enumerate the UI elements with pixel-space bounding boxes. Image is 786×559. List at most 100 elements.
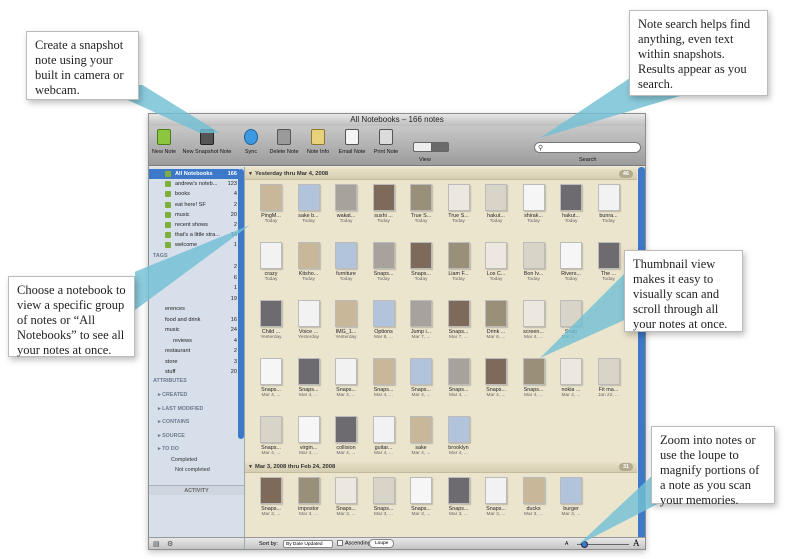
note-thumbnail[interactable]: hakut... Today bbox=[553, 184, 589, 230]
attributes-header[interactable]: ATTRIBUTES bbox=[153, 378, 187, 384]
note-thumbnail[interactable]: furniture Today bbox=[328, 242, 364, 288]
note-info-button[interactable]: Note Info bbox=[305, 129, 331, 163]
note-thumbnail[interactable]: True S... Today bbox=[403, 184, 439, 230]
note-thumbnail[interactable]: Rivers... Today bbox=[553, 242, 589, 288]
note-thumbnail[interactable]: collision Mar 4, ... bbox=[328, 416, 364, 462]
sidebar-todo-item[interactable]: Not completed bbox=[175, 467, 210, 473]
note-thumbnail[interactable]: wakat... Today bbox=[328, 184, 364, 230]
note-thumbnail[interactable]: shirak... Today bbox=[516, 184, 552, 230]
note-thumbnail[interactable]: Voice ... Yesterday bbox=[291, 300, 327, 346]
note-thumbnail[interactable]: Snaps... Mar 4, ... bbox=[478, 358, 514, 404]
note-thumbnail[interactable]: Snaps... Mar 4, ... bbox=[366, 358, 402, 404]
note-thumbnail[interactable]: PingM... Today bbox=[253, 184, 289, 230]
note-thumbnail[interactable]: crazy Today bbox=[253, 242, 289, 288]
note-thumbnail[interactable]: Snaps... Mar 4, ... bbox=[291, 358, 327, 404]
sidebar-tag-item[interactable]: reviews 4 bbox=[149, 337, 239, 346]
note-thumbnail[interactable]: brooklyn Mar 4, ... bbox=[441, 416, 477, 462]
note-thumbnail[interactable]: screen... Mar 4, ... bbox=[516, 300, 552, 346]
note-thumbnail[interactable]: virgin... Mar 4, ... bbox=[291, 416, 327, 462]
note-thumbnail[interactable]: Snaps... Mar 7, ... bbox=[441, 300, 477, 346]
note-thumbnail[interactable]: Snaps... Mar 4, ... bbox=[516, 358, 552, 404]
note-thumbnail[interactable]: Snaps... Mar 4, ... bbox=[253, 358, 289, 404]
disclosure-triangle-icon[interactable]: ▼ bbox=[248, 462, 253, 473]
tags-header[interactable]: TAGS bbox=[153, 253, 168, 259]
view-toggle[interactable] bbox=[413, 142, 449, 152]
note-thumbnail[interactable]: burger Mar 3, ... bbox=[553, 477, 589, 523]
note-thumbnail[interactable]: Snaps... Today bbox=[403, 242, 439, 288]
note-thumbnail[interactable]: hakut... Today bbox=[478, 184, 514, 230]
sidebar-notebook-item[interactable]: andrew's noteb... 123 bbox=[149, 179, 239, 189]
note-thumbnail[interactable]: Jump i... Mar 7, ... bbox=[403, 300, 439, 346]
note-thumbnail[interactable]: sushi ... Today bbox=[366, 184, 402, 230]
ascending-checkbox[interactable]: Ascending bbox=[337, 540, 371, 546]
note-thumbnail[interactable]: Snaps... Today bbox=[366, 242, 402, 288]
note-thumbnail[interactable]: Snaps... Mar 4, ... bbox=[253, 416, 289, 462]
note-thumbnail[interactable]: IMG_1... Yesterday bbox=[328, 300, 364, 346]
note-thumbnail[interactable]: Snaps... Mar 4, ... bbox=[403, 358, 439, 404]
note-thumbnail[interactable]: sake b... Today bbox=[291, 184, 327, 230]
note-date: Mar 4, ... bbox=[299, 393, 318, 398]
sidebar-attribute-item[interactable]: ▸ CREATED bbox=[158, 392, 187, 398]
sidebar-tag-item[interactable]: 19 bbox=[149, 295, 239, 304]
note-thumbnail[interactable]: Snaps... Mar 4, ... bbox=[441, 358, 477, 404]
note-thumbnail[interactable]: Kitsho... Today bbox=[291, 242, 327, 288]
checkbox-icon[interactable] bbox=[337, 540, 343, 546]
sidebar-todo-item[interactable]: Completed bbox=[171, 457, 197, 463]
thumbnail-view-icon[interactable] bbox=[430, 143, 448, 151]
sidebar-attribute-item[interactable]: ▸ CONTAINS bbox=[158, 419, 189, 425]
sidebar-notebook-item[interactable]: recent shows 2 bbox=[149, 220, 239, 230]
new-notebook-icon[interactable]: ▤ bbox=[153, 540, 160, 548]
activity-header[interactable]: ACTIVITY bbox=[149, 485, 244, 495]
sidebar-tag-item[interactable]: restaurant 2 bbox=[149, 347, 239, 356]
note-thumbnail[interactable]: Drink ... Mar 6, ... bbox=[478, 300, 514, 346]
sidebar-notebook-item[interactable]: eat here! SF 2 bbox=[149, 200, 239, 210]
note-thumbnail[interactable]: Snaps... Mar 3, ... bbox=[478, 477, 514, 523]
note-thumbnail[interactable]: Snaps... Mar 3, ... bbox=[253, 477, 289, 523]
note-thumbnail[interactable]: Snaps... Mar 3, ... bbox=[328, 477, 364, 523]
sidebar-notebook-item[interactable]: music 20 bbox=[149, 210, 239, 220]
disclosure-triangle-icon[interactable]: ▼ bbox=[248, 169, 253, 180]
sidebar-tag-item[interactable]: erences bbox=[149, 305, 239, 314]
sidebar-attribute-item[interactable]: ▸ LAST MODIFIED bbox=[158, 406, 203, 412]
sidebar-notebook-item[interactable]: All Notebooks 166 bbox=[149, 169, 239, 179]
sidebar-tag-item[interactable]: music 24 bbox=[149, 326, 239, 335]
note-thumbnail[interactable]: sake Mar 4, ... bbox=[403, 416, 439, 462]
print-note-button[interactable]: Print Note bbox=[371, 129, 401, 163]
group-header[interactable]: ▼ Yesterday thru Mar 4, 2008 46 bbox=[245, 169, 637, 180]
note-thumbnail[interactable]: Snaps... Mar 4, ... bbox=[328, 358, 364, 404]
note-thumbnail[interactable]: Options Mar 8, ... bbox=[366, 300, 402, 346]
note-thumbnail[interactable]: Child ... Yesterday bbox=[253, 300, 289, 346]
list-view-icon[interactable] bbox=[414, 143, 431, 151]
sidebar-tag-item[interactable]: stuff 20 bbox=[149, 368, 239, 377]
sidebar-notebook-item[interactable]: books 4 bbox=[149, 189, 239, 199]
note-thumbnail[interactable]: ducks Mar 3, ... bbox=[516, 477, 552, 523]
group-header[interactable]: ▼ Mar 3, 2008 thru Feb 24, 2008 31 bbox=[245, 462, 637, 473]
note-thumbnail[interactable]: Snaps... Mar 3, ... bbox=[441, 477, 477, 523]
note-thumbnail[interactable]: True S... Today bbox=[441, 184, 477, 230]
grid-scrollbar[interactable] bbox=[638, 167, 645, 537]
sidebar-tag-item[interactable]: food and drink 16 bbox=[149, 316, 239, 325]
sort-select[interactable]: By Date Updated bbox=[283, 540, 333, 548]
note-thumbnail[interactable]: Fit ma... Jan 22, ... bbox=[591, 358, 627, 404]
delete-note-button[interactable]: Delete Note bbox=[269, 129, 299, 163]
note-thumbnail[interactable]: bunra... Today bbox=[591, 184, 627, 230]
new-note-button[interactable]: New Note bbox=[151, 129, 177, 163]
sidebar-attribute-item[interactable]: ▸ SOURCE bbox=[158, 433, 185, 439]
sidebar-scrollbar[interactable] bbox=[238, 169, 244, 439]
note-thumbnail[interactable]: impostor Mar 3, ... bbox=[291, 477, 327, 523]
loupe-button[interactable]: Loupe bbox=[369, 539, 395, 548]
sidebar-attribute-item[interactable]: ▸ TO DO bbox=[158, 446, 179, 452]
note-thumbnail[interactable]: Liam F... Today bbox=[441, 242, 477, 288]
note-thumbnail[interactable]: guitar... Mar 4, ... bbox=[366, 416, 402, 462]
sync-button[interactable]: Sync bbox=[241, 129, 261, 163]
note-thumbnail[interactable]: Snaps... Mar 3, ... bbox=[403, 477, 439, 523]
note-thumbnail[interactable]: nokia ... Mar 4, ... bbox=[553, 358, 589, 404]
gear-icon[interactable]: ⚙ bbox=[167, 540, 173, 548]
note-thumbnail[interactable]: Bon Iv... Today bbox=[516, 242, 552, 288]
note-thumbnail[interactable]: Snaps... Mar 3, ... bbox=[366, 477, 402, 523]
email-note-button[interactable]: Email Note bbox=[337, 129, 367, 163]
search-input[interactable]: ⚲ bbox=[534, 142, 641, 153]
new-snapshot-note-button[interactable]: New Snapshot Note bbox=[179, 129, 235, 163]
note-thumbnail[interactable]: Los C... Today bbox=[478, 242, 514, 288]
sidebar-tag-item[interactable]: store 3 bbox=[149, 358, 239, 367]
